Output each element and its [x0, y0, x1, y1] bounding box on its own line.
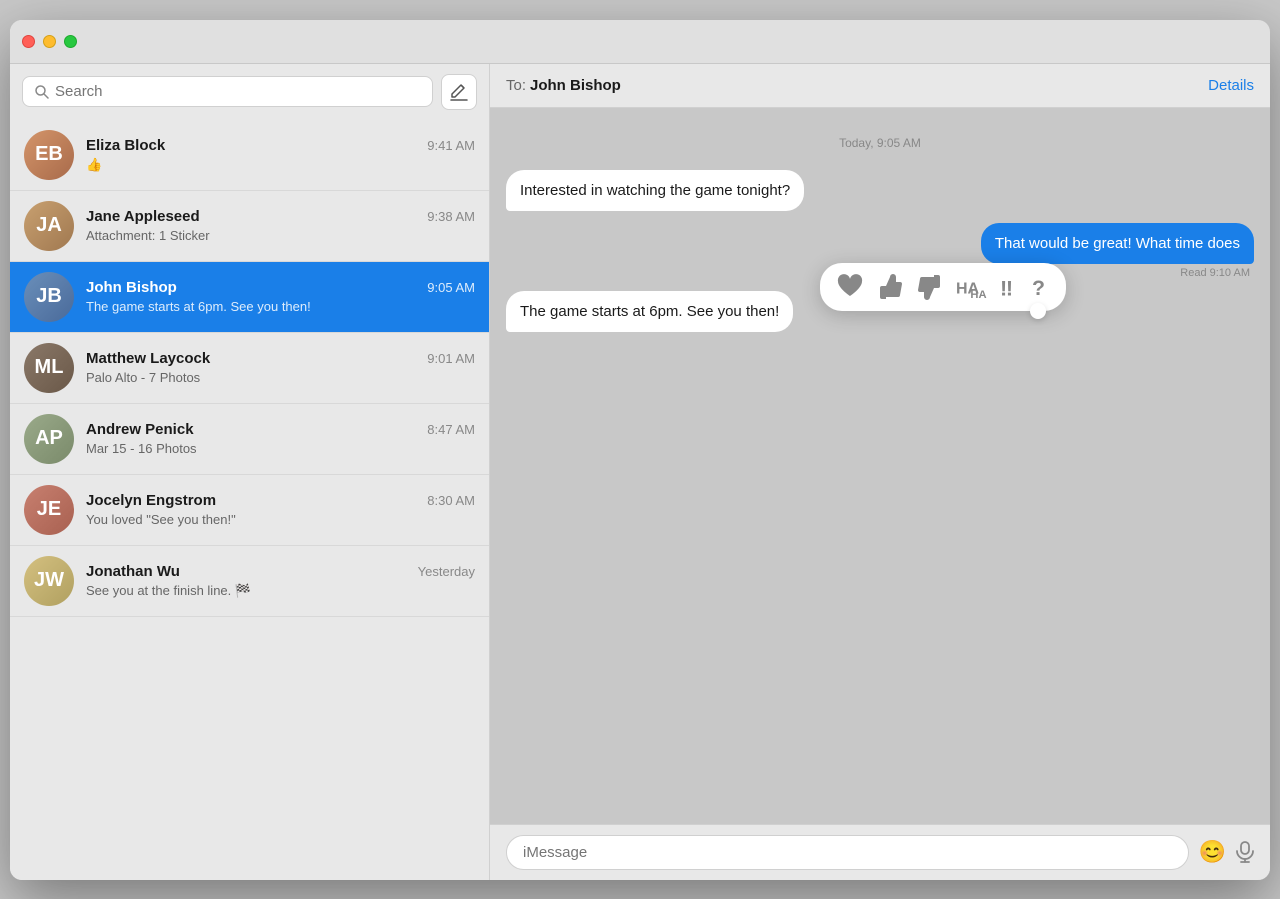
conv-info-jocelyn: Jocelyn Engstrom 8:30 AM You loved "See … — [86, 492, 475, 527]
conv-name-jane: Jane Appleseed — [86, 208, 200, 225]
bubble-msg3[interactable]: The game starts at 6pm. See you then! — [506, 291, 793, 332]
svg-text:HA: HA — [970, 289, 986, 299]
bubble-msg2[interactable]: That would be great! What time does — [981, 223, 1254, 264]
conv-time-jonathan: Yesterday — [418, 564, 475, 579]
avatar-jocelyn: JE — [24, 485, 74, 535]
traffic-lights — [22, 35, 77, 48]
conv-item-jonathan[interactable]: JW Jonathan Wu Yesterday See you at the … — [10, 546, 489, 617]
conv-preview-john: The game starts at 6pm. See you then! — [86, 299, 475, 314]
messages-container: Today, 9:05 AM Interested in watching th… — [490, 108, 1270, 824]
conv-time-john: 9:05 AM — [427, 280, 475, 295]
conv-name-john: John Bishop — [86, 279, 177, 296]
msg-row-msg1: Interested in watching the game tonight? — [506, 170, 1254, 211]
titlebar — [10, 20, 1270, 64]
avatar-eliza: EB — [24, 130, 74, 180]
conv-name-jocelyn: Jocelyn Engstrom — [86, 492, 216, 509]
avatar-andrew: AP — [24, 414, 74, 464]
conv-time-jane: 9:38 AM — [427, 209, 475, 224]
conv-preview-matthew: Palo Alto - 7 Photos — [86, 370, 475, 385]
microphone-icon — [1236, 841, 1254, 863]
chat-area: To: John Bishop Details Today, 9:05 AM I… — [490, 20, 1270, 880]
conv-item-andrew[interactable]: AP Andrew Penick 8:47 AM Mar 15 - 16 Pho… — [10, 404, 489, 475]
avatar-jane: JA — [24, 201, 74, 251]
search-bar-container — [22, 76, 433, 107]
avatar-matthew: ML — [24, 343, 74, 393]
maximize-button[interactable] — [64, 35, 77, 48]
compose-icon — [450, 83, 468, 101]
tapback-popup: HAHA ‼? — [820, 263, 1066, 311]
recipient-name: John Bishop — [530, 77, 621, 94]
conv-info-jane: Jane Appleseed 9:38 AM Attachment: 1 Sti… — [86, 208, 475, 243]
msg-meta-msg2: Read 9:10 AM — [1176, 267, 1254, 279]
compose-button[interactable] — [441, 74, 477, 110]
emoji-button[interactable]: 😊 — [1199, 839, 1226, 865]
message-input-area: 😊 — [490, 824, 1270, 880]
conv-item-eliza[interactable]: EB Eliza Block 9:41 AM 👍 — [10, 120, 489, 191]
conv-preview-eliza: 👍 — [86, 157, 475, 173]
conv-preview-jonathan: See you at the finish line. 🏁 — [86, 583, 475, 599]
conv-info-jonathan: Jonathan Wu Yesterday See you at the fin… — [86, 563, 475, 599]
avatar-john: JB — [24, 272, 74, 322]
svg-text:‼: ‼ — [1000, 275, 1013, 300]
conversation-list: EB Eliza Block 9:41 AM 👍 JA Jane Applese… — [10, 120, 489, 880]
conv-info-andrew: Andrew Penick 8:47 AM Mar 15 - 16 Photos — [86, 421, 475, 456]
messages-window: EB Eliza Block 9:41 AM 👍 JA Jane Applese… — [10, 20, 1270, 880]
tapback-exclamation-icon[interactable]: ‼ — [1000, 274, 1020, 300]
chat-header: To: John Bishop Details — [490, 64, 1270, 108]
search-icon — [35, 85, 49, 99]
conv-time-matthew: 9:01 AM — [427, 351, 475, 366]
tapback-heart-icon[interactable] — [836, 274, 864, 300]
details-button[interactable]: Details — [1208, 77, 1254, 94]
sidebar: EB Eliza Block 9:41 AM 👍 JA Jane Applese… — [10, 20, 490, 880]
conv-time-andrew: 8:47 AM — [427, 422, 475, 437]
chat-header-to: To: John Bishop — [506, 77, 621, 94]
conv-item-john[interactable]: JB John Bishop 9:05 AM The game starts a… — [10, 262, 489, 333]
search-input[interactable] — [55, 83, 420, 100]
conv-item-matthew[interactable]: ML Matthew Laycock 9:01 AM Palo Alto - 7… — [10, 333, 489, 404]
conv-time-eliza: 9:41 AM — [427, 138, 475, 153]
conv-item-jane[interactable]: JA Jane Appleseed 9:38 AM Attachment: 1 … — [10, 191, 489, 262]
tapback-haha-icon[interactable]: HAHA — [956, 275, 988, 299]
tapback-thumbs-down-icon[interactable] — [916, 273, 944, 301]
conv-name-andrew: Andrew Penick — [86, 421, 194, 438]
conv-preview-jane: Attachment: 1 Sticker — [86, 228, 475, 243]
tapback-question-icon[interactable]: ? — [1032, 274, 1050, 300]
to-label: To: — [506, 77, 526, 94]
bubble-msg1[interactable]: Interested in watching the game tonight? — [506, 170, 804, 211]
message-input[interactable] — [506, 835, 1189, 870]
microphone-button[interactable] — [1236, 841, 1254, 863]
close-button[interactable] — [22, 35, 35, 48]
tapback-thumbs-up-icon[interactable] — [876, 273, 904, 301]
conv-info-matthew: Matthew Laycock 9:01 AM Palo Alto - 7 Ph… — [86, 350, 475, 385]
conv-info-eliza: Eliza Block 9:41 AM 👍 — [86, 137, 475, 173]
conv-name-eliza: Eliza Block — [86, 137, 165, 154]
conv-info-john: John Bishop 9:05 AM The game starts at 6… — [86, 279, 475, 314]
conv-preview-jocelyn: You loved "See you then!" — [86, 512, 475, 527]
sidebar-search-area — [10, 64, 489, 120]
minimize-button[interactable] — [43, 35, 56, 48]
svg-text:?: ? — [1032, 276, 1045, 300]
conv-time-jocelyn: 8:30 AM — [427, 493, 475, 508]
conv-item-jocelyn[interactable]: JE Jocelyn Engstrom 8:30 AM You loved "S… — [10, 475, 489, 546]
conv-name-matthew: Matthew Laycock — [86, 350, 210, 367]
date-divider: Today, 9:05 AM — [506, 136, 1254, 150]
avatar-jonathan: JW — [24, 556, 74, 606]
conv-preview-andrew: Mar 15 - 16 Photos — [86, 441, 475, 456]
conv-name-jonathan: Jonathan Wu — [86, 563, 180, 580]
